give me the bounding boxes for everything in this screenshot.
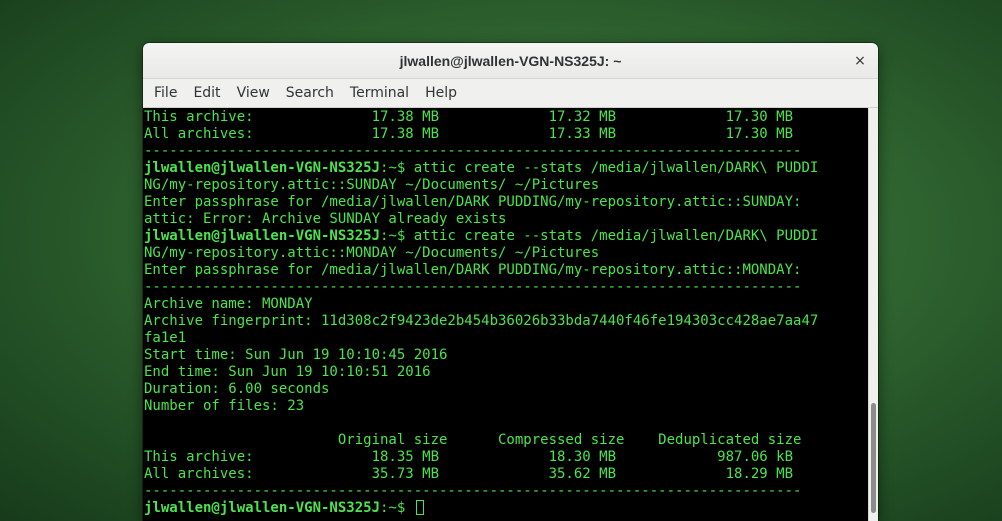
terminal-line: NG/my-repository.attic::SUNDAY ~/Documen…	[144, 177, 818, 194]
menu-bar: File Edit View Search Terminal Help	[143, 79, 878, 108]
terminal-lines: This archive: 17.38 MB 17.32 MB 17.30 MB…	[144, 109, 818, 517]
scrollbar-thumb[interactable]	[871, 403, 876, 513]
terminal-line-text: Enter passphrase for /media/jlwallen/DAR…	[144, 194, 802, 210]
terminal-line: Enter passphrase for /media/jlwallen/DAR…	[144, 194, 818, 211]
window-title: jlwallen@jlwallen-VGN-NS325J: ~	[399, 53, 622, 69]
terminal-line: Enter passphrase for /media/jlwallen/DAR…	[144, 262, 818, 279]
terminal-line: Archive name: MONDAY	[144, 296, 818, 313]
text-cursor-icon	[415, 500, 424, 515]
terminal-line-text: This archive: 18.35 MB 18.30 MB 987.06 k…	[144, 449, 794, 465]
terminal-output[interactable]: This archive: 17.38 MB 17.32 MB 17.30 MB…	[143, 108, 868, 521]
terminal-line: Duration: 6.00 seconds	[144, 381, 818, 398]
terminal-line: Original size Compressed size Deduplicat…	[144, 432, 818, 449]
scrollbar[interactable]	[868, 108, 878, 521]
close-icon[interactable]: ×	[850, 51, 870, 71]
terminal-line-text: This archive: 17.38 MB 17.32 MB 17.30 MB	[144, 109, 794, 125]
terminal-line-text: :~$ attic create --stats /media/jlwallen…	[380, 228, 819, 244]
terminal-line: This archive: 17.38 MB 17.32 MB 17.30 MB	[144, 109, 818, 126]
terminal-line-text: fa1e1	[144, 330, 187, 346]
terminal-line-text: :~$	[380, 500, 414, 516]
menu-view[interactable]: View	[229, 79, 278, 107]
terminal-line: Number of files: 23	[144, 398, 818, 415]
terminal-line: Start time: Sun Jun 19 10:10:45 2016	[144, 347, 818, 364]
terminal-line: attic: Error: Archive SUNDAY already exi…	[144, 211, 818, 228]
terminal-line-text: Original size Compressed size Deduplicat…	[144, 432, 802, 448]
shell-prompt: jlwallen@jlwallen-VGN-NS325J	[144, 228, 381, 244]
terminal-window: jlwallen@jlwallen-VGN-NS325J: ~ × File E…	[143, 43, 878, 521]
terminal-line-text: Archive fingerprint: 11d308c2f9423de2b45…	[144, 313, 819, 329]
terminal-line-text: attic: Error: Archive SUNDAY already exi…	[144, 211, 507, 227]
terminal-line-text: Enter passphrase for /media/jlwallen/DAR…	[144, 262, 802, 278]
terminal-line: Archive fingerprint: 11d308c2f9423de2b45…	[144, 313, 818, 330]
terminal-line-text: NG/my-repository.attic::MONDAY ~/Documen…	[144, 245, 600, 261]
terminal-line: jlwallen@jlwallen-VGN-NS325J:~$ attic cr…	[144, 160, 818, 177]
terminal-line-text: NG/my-repository.attic::SUNDAY ~/Documen…	[144, 177, 600, 193]
terminal-line-text: End time: Sun Jun 19 10:10:51 2016	[144, 364, 431, 380]
terminal-line-text: ----------------------------------------…	[144, 279, 802, 295]
terminal-line: All archives: 35.73 MB 35.62 MB 18.29 MB	[144, 466, 818, 483]
terminal-line-text: All archives: 35.73 MB 35.62 MB 18.29 MB	[144, 466, 794, 482]
terminal-line: jlwallen@jlwallen-VGN-NS325J:~$	[144, 500, 818, 517]
menu-help[interactable]: Help	[417, 79, 465, 107]
terminal-line: ----------------------------------------…	[144, 143, 818, 160]
terminal-line: This archive: 18.35 MB 18.30 MB 987.06 k…	[144, 449, 818, 466]
terminal-line: fa1e1	[144, 330, 818, 347]
title-bar[interactable]: jlwallen@jlwallen-VGN-NS325J: ~ ×	[143, 43, 878, 79]
shell-prompt: jlwallen@jlwallen-VGN-NS325J	[144, 500, 381, 516]
terminal-line: ----------------------------------------…	[144, 483, 818, 500]
terminal-line-text: Archive name: MONDAY	[144, 296, 313, 312]
menu-file[interactable]: File	[146, 79, 185, 107]
terminal-line: jlwallen@jlwallen-VGN-NS325J:~$ attic cr…	[144, 228, 818, 245]
menu-terminal[interactable]: Terminal	[342, 79, 417, 107]
terminal-line-text: All archives: 17.38 MB 17.33 MB 17.30 MB	[144, 126, 794, 142]
terminal-line: NG/my-repository.attic::MONDAY ~/Documen…	[144, 245, 818, 262]
terminal-line: ----------------------------------------…	[144, 279, 818, 296]
terminal-line-text: Number of files: 23	[144, 398, 305, 414]
menu-search[interactable]: Search	[278, 79, 342, 107]
shell-prompt: jlwallen@jlwallen-VGN-NS325J	[144, 160, 381, 176]
terminal-line: All archives: 17.38 MB 17.33 MB 17.30 MB	[144, 126, 818, 143]
terminal-line-text: Start time: Sun Jun 19 10:10:45 2016	[144, 347, 448, 363]
terminal-line: End time: Sun Jun 19 10:10:51 2016	[144, 364, 818, 381]
menu-edit[interactable]: Edit	[185, 79, 228, 107]
terminal-line-text: :~$ attic create --stats /media/jlwallen…	[380, 160, 819, 176]
terminal-line-text: Duration: 6.00 seconds	[144, 381, 330, 397]
terminal-line-text: ----------------------------------------…	[144, 483, 802, 499]
terminal-line-text: ----------------------------------------…	[144, 143, 802, 159]
